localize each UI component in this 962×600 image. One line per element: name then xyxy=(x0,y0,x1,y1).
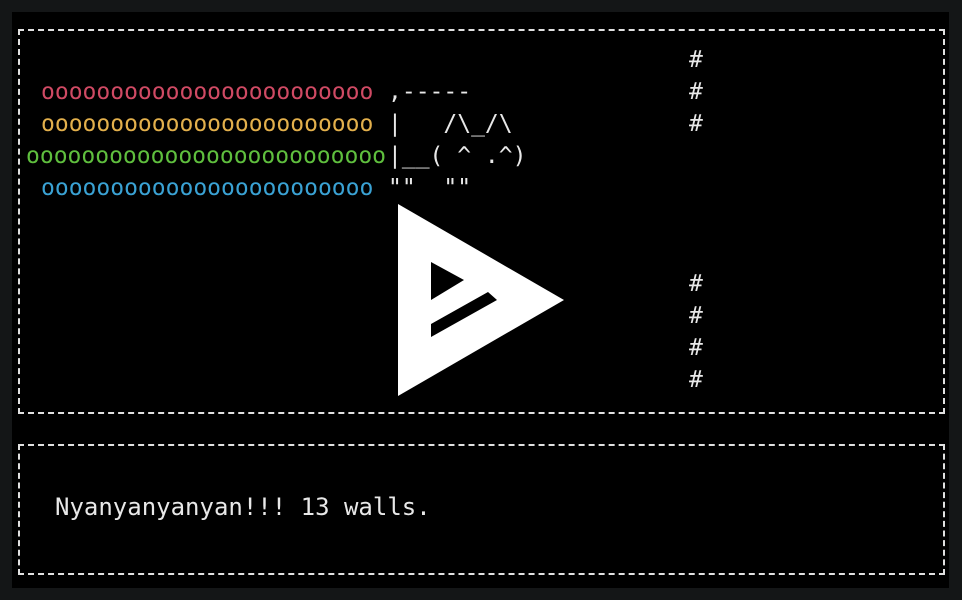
wall-block: # xyxy=(689,367,703,393)
wall-block: # xyxy=(689,47,703,73)
wall-block: # xyxy=(689,335,703,361)
rainbow-trail-row: oooooooooooooooooooooooo xyxy=(41,111,374,137)
rainbow-trail-row: oooooooooooooooooooooooo xyxy=(41,79,374,105)
wall-block: # xyxy=(689,79,703,105)
rainbow-trail-row: oooooooooooooooooooooooooo xyxy=(26,143,387,169)
status-message: Nyanyanyanyan!!! 13 walls. xyxy=(55,493,431,521)
wall-block: # xyxy=(689,111,703,137)
wall-block: # xyxy=(689,303,703,329)
rainbow-trail-row: oooooooooooooooooooooooo xyxy=(41,175,374,201)
play-button[interactable] xyxy=(398,204,566,396)
nyan-cat-row: ,----- xyxy=(388,79,472,105)
asciinema-play-icon xyxy=(398,204,564,396)
terminal-screen: oooooooooooooooooooooooo ooooooooooooooo… xyxy=(12,12,949,588)
nyan-cat-row: "" "" xyxy=(388,175,472,201)
wall-block: # xyxy=(689,271,703,297)
nyan-cat-row: |__( ^ .^) xyxy=(388,143,527,169)
nyan-cat-row: | /\_/\ xyxy=(388,111,513,137)
